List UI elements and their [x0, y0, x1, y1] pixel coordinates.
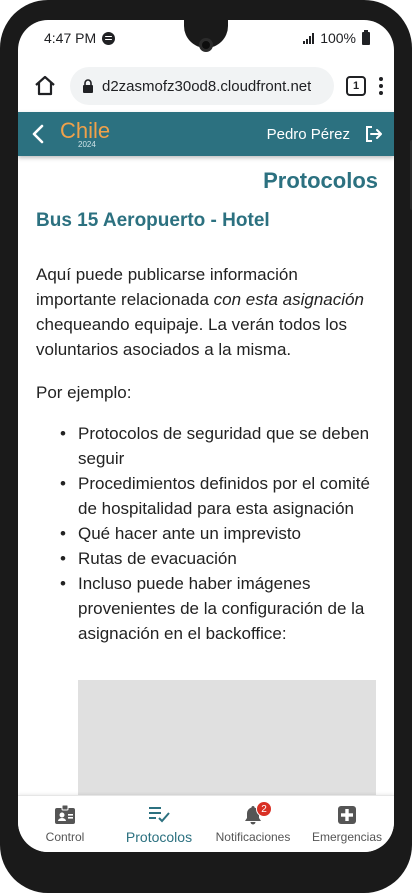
tabs-count-icon[interactable]: 1: [346, 76, 366, 96]
screen: 4:47 PM 100% d2zasmofz30od8.cloudfront.n…: [18, 20, 394, 852]
nav-label: Notificaciones: [215, 830, 291, 844]
intro-italic-text: con esta asignación: [213, 290, 364, 309]
spotify-icon: [102, 31, 116, 45]
more-menu-icon[interactable]: [378, 77, 384, 95]
battery-icon: [362, 29, 370, 45]
status-left: 4:47 PM: [44, 30, 116, 46]
nav-item-emergencias[interactable]: Emergencias: [301, 804, 393, 844]
list-item: Qué hacer ante un imprevisto: [60, 521, 378, 546]
checklist-icon: [148, 803, 170, 825]
notification-badge: 2: [256, 801, 272, 817]
back-arrow-icon[interactable]: [32, 124, 46, 144]
brand-logo: Chile 2024: [60, 117, 111, 149]
front-camera: [199, 38, 213, 52]
nav-label: Control: [45, 830, 85, 844]
page-title: Protocolos: [263, 168, 378, 193]
nav-item-control[interactable]: Control: [19, 804, 111, 844]
brand-year: 2024: [78, 139, 96, 149]
nav-item-notificaciones[interactable]: 2 Notificaciones: [207, 801, 299, 844]
logout-icon[interactable]: [364, 124, 384, 144]
id-badge-icon: [54, 804, 76, 826]
image-placeholder: [78, 680, 376, 795]
brand-name: Chile: [60, 117, 111, 143]
app-header: Chile 2024 Pedro Pérez: [18, 112, 394, 156]
main-content: Protocolos Bus 15 Aeropuerto - Hotel Aqu…: [18, 156, 394, 795]
nav-label: Emergencias: [311, 830, 383, 844]
nav-item-protocolos[interactable]: Protocolos: [113, 803, 205, 845]
intro-paragraph: Aquí puede publicarse información import…: [36, 262, 378, 362]
header-left: Chile 2024: [32, 117, 111, 149]
example-label: Por ejemplo:: [36, 383, 132, 402]
list-item: Procedimientos definidos por el comité d…: [60, 471, 378, 521]
status-time: 4:47 PM: [44, 30, 97, 46]
status-right: 100%: [303, 29, 370, 46]
list-item: Rutas de evacuación: [60, 546, 378, 571]
battery-percent: 100%: [320, 30, 356, 46]
browser-toolbar: d2zasmofz30od8.cloudfront.net 1: [18, 60, 394, 112]
medical-cross-icon: [336, 804, 358, 826]
nav-label: Protocolos: [125, 829, 193, 845]
list-item: Incluso puede haber imágenes proveniente…: [60, 571, 378, 646]
list-item: Protocolos de seguridad que se deben seg…: [60, 421, 378, 471]
url-text: d2zasmofz30od8.cloudfront.net: [102, 77, 312, 95]
lock-icon: [82, 79, 94, 93]
assignment-title: Bus 15 Aeropuerto - Hotel: [36, 210, 270, 231]
bell-icon: 2: [242, 801, 272, 826]
phone-frame: 4:47 PM 100% d2zasmofz30od8.cloudfront.n…: [0, 0, 412, 893]
header-right: Pedro Pérez: [267, 124, 384, 144]
protocol-list: Protocolos de seguridad que se deben seg…: [36, 421, 378, 646]
intro-text-2: chequeando equipaje. La verán todos los …: [36, 315, 347, 359]
url-bar[interactable]: d2zasmofz30od8.cloudfront.net: [70, 67, 334, 105]
user-name: Pedro Pérez: [266, 125, 350, 143]
signal-icon: [303, 32, 315, 44]
bottom-navigation: Control Protocolos 2 Notificaciones Emer…: [18, 795, 394, 852]
home-icon[interactable]: [32, 73, 58, 99]
